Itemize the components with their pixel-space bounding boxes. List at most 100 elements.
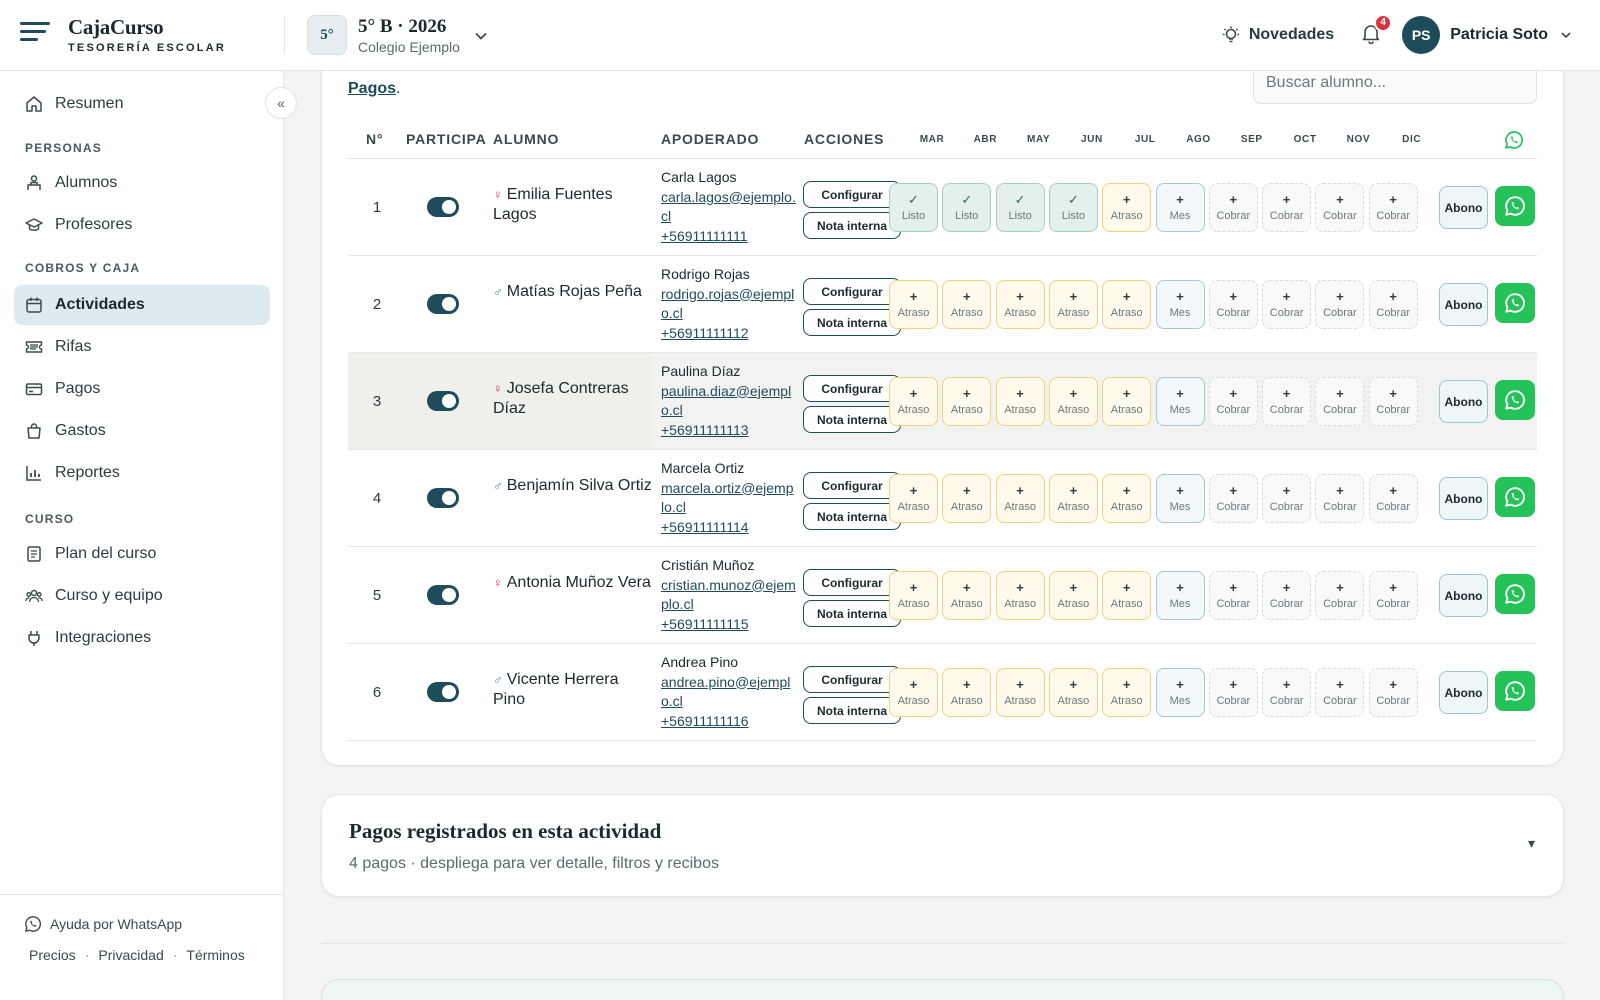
whatsapp-send-button[interactable] bbox=[1495, 574, 1535, 614]
participa-toggle[interactable] bbox=[427, 682, 459, 702]
sidebar-item-rifas[interactable]: Rifas bbox=[14, 327, 270, 367]
month-status-atraso[interactable]: + Atraso bbox=[889, 377, 938, 426]
col-header-alumno[interactable]: ALUMNO bbox=[493, 131, 559, 147]
month-status-listo[interactable]: ✓ Listo bbox=[1048, 183, 1098, 232]
month-status-cobrar[interactable]: + Cobrar bbox=[1315, 377, 1365, 426]
guardian-email[interactable]: marcela.ortiz@ejemplo.cl bbox=[661, 479, 796, 518]
month-status-cobrar[interactable]: + Cobrar bbox=[1368, 668, 1418, 717]
sidebar-item-integraciones[interactable]: Integraciones bbox=[14, 618, 270, 658]
guardian-phone[interactable]: +56911111114 bbox=[661, 518, 796, 538]
configure-button[interactable]: Configurar bbox=[803, 472, 901, 499]
participa-toggle[interactable] bbox=[427, 294, 459, 314]
internal-note-button[interactable]: Nota interna bbox=[803, 697, 901, 724]
month-status-mes[interactable]: + Mes bbox=[1155, 474, 1205, 523]
month-status-atraso[interactable]: + Atraso bbox=[889, 280, 938, 329]
footer-link-precios[interactable]: Precios bbox=[29, 947, 76, 963]
abono-button[interactable]: Abono bbox=[1439, 477, 1488, 520]
whatsapp-send-button[interactable] bbox=[1495, 477, 1535, 517]
participa-toggle[interactable] bbox=[427, 585, 459, 605]
month-status-atraso[interactable]: + Atraso bbox=[995, 474, 1045, 523]
month-status-atraso[interactable]: + Atraso bbox=[1048, 668, 1098, 717]
month-status-atraso[interactable]: + Atraso bbox=[1102, 474, 1152, 523]
whatsapp-send-button[interactable] bbox=[1495, 186, 1535, 226]
month-status-cobrar[interactable]: + Cobrar bbox=[1262, 377, 1312, 426]
guardian-phone[interactable]: +56911111113 bbox=[661, 421, 796, 441]
guardian-email[interactable]: carla.lagos@ejemplo.cl bbox=[661, 188, 796, 227]
month-status-cobrar[interactable]: + Cobrar bbox=[1315, 183, 1365, 232]
month-status-cobrar[interactable]: + Cobrar bbox=[1208, 183, 1258, 232]
sidebar-item-resumen[interactable]: Resumen bbox=[14, 84, 270, 124]
month-status-atraso[interactable]: + Atraso bbox=[1102, 183, 1152, 232]
month-status-listo[interactable]: ✓ Listo bbox=[995, 183, 1045, 232]
month-status-atraso[interactable]: + Atraso bbox=[995, 571, 1045, 620]
sidebar-item-alumnos[interactable]: Alumnos bbox=[14, 163, 270, 203]
internal-note-button[interactable]: Nota interna bbox=[803, 309, 901, 336]
month-status-mes[interactable]: + Mes bbox=[1155, 571, 1205, 620]
whatsapp-send-button[interactable] bbox=[1495, 671, 1535, 711]
month-status-cobrar[interactable]: + Cobrar bbox=[1315, 571, 1365, 620]
configure-button[interactable]: Configurar bbox=[803, 569, 901, 596]
month-status-atraso[interactable]: + Atraso bbox=[1048, 280, 1098, 329]
abono-button[interactable]: Abono bbox=[1439, 283, 1488, 326]
payments-collapsible[interactable]: Pagos registrados en esta actividad 4 pa… bbox=[321, 794, 1564, 897]
internal-note-button[interactable]: Nota interna bbox=[803, 600, 901, 627]
course-switcher[interactable]: 5° 5° B · 2026 Colegio Ejemplo bbox=[307, 15, 488, 55]
month-status-atraso[interactable]: + Atraso bbox=[889, 668, 938, 717]
month-status-cobrar[interactable]: + Cobrar bbox=[1368, 377, 1418, 426]
student-name[interactable]: ♀ Emilia Fuentes Lagos bbox=[493, 185, 653, 225]
month-status-atraso[interactable]: + Atraso bbox=[889, 474, 938, 523]
month-status-mes[interactable]: + Mes bbox=[1155, 668, 1205, 717]
sidebar-item-curso-y-equipo[interactable]: Curso y equipo bbox=[14, 576, 270, 616]
sidebar-item-pagos[interactable]: Pagos bbox=[14, 369, 270, 409]
collapse-sidebar-button[interactable]: « bbox=[265, 87, 297, 119]
sidebar-item-actividades[interactable]: Actividades bbox=[14, 285, 270, 325]
guardian-phone[interactable]: +56911111115 bbox=[661, 615, 796, 635]
month-status-atraso[interactable]: + Atraso bbox=[942, 377, 992, 426]
month-status-mes[interactable]: + Mes bbox=[1155, 183, 1205, 232]
brand[interactable]: CajaCurso TESORERÍA ESCOLAR bbox=[68, 15, 226, 54]
abono-button[interactable]: Abono bbox=[1439, 380, 1488, 423]
student-name[interactable]: ♂ Vicente Herrera Pino bbox=[493, 670, 653, 710]
configure-button[interactable]: Configurar bbox=[803, 666, 901, 693]
sidebar-item-profesores[interactable]: Profesores bbox=[14, 205, 270, 245]
month-status-atraso[interactable]: + Atraso bbox=[1102, 280, 1152, 329]
month-status-cobrar[interactable]: + Cobrar bbox=[1368, 280, 1418, 329]
guardian-phone[interactable]: +56911111116 bbox=[661, 712, 796, 732]
month-status-cobrar[interactable]: + Cobrar bbox=[1208, 377, 1258, 426]
month-status-atraso[interactable]: + Atraso bbox=[1048, 377, 1098, 426]
month-status-atraso[interactable]: + Atraso bbox=[995, 668, 1045, 717]
notifications-button[interactable]: 4 bbox=[1360, 13, 1393, 49]
internal-note-button[interactable]: Nota interna bbox=[803, 212, 901, 239]
month-status-listo[interactable]: ✓ Listo bbox=[889, 183, 938, 232]
month-status-cobrar[interactable]: + Cobrar bbox=[1262, 183, 1312, 232]
month-status-atraso[interactable]: + Atraso bbox=[1102, 668, 1152, 717]
news-button[interactable]: Novedades bbox=[1221, 25, 1334, 45]
participa-toggle[interactable] bbox=[427, 197, 459, 217]
month-status-atraso[interactable]: + Atraso bbox=[995, 280, 1045, 329]
month-status-cobrar[interactable]: + Cobrar bbox=[1262, 668, 1312, 717]
student-name[interactable]: ♂ Matías Rojas Peña bbox=[493, 282, 653, 302]
sidebar-item-gastos[interactable]: Gastos bbox=[14, 411, 270, 451]
month-status-atraso[interactable]: + Atraso bbox=[1102, 571, 1152, 620]
month-status-cobrar[interactable]: + Cobrar bbox=[1262, 571, 1312, 620]
configure-button[interactable]: Configurar bbox=[803, 278, 901, 305]
configure-button[interactable]: Configurar bbox=[803, 375, 901, 402]
student-name[interactable]: ♀ Josefa Contreras Díaz bbox=[493, 379, 653, 419]
month-status-atraso[interactable]: + Atraso bbox=[1048, 571, 1098, 620]
guardian-email[interactable]: cristian.munoz@ejemplo.cl bbox=[661, 576, 796, 615]
abono-button[interactable]: Abono bbox=[1439, 671, 1488, 714]
month-status-atraso[interactable]: + Atraso bbox=[942, 474, 992, 523]
guardian-email[interactable]: andrea.pino@ejemplo.cl bbox=[661, 673, 796, 712]
whatsapp-send-button[interactable] bbox=[1495, 380, 1535, 420]
guardian-phone[interactable]: +56911111111 bbox=[661, 227, 796, 247]
footer-link-terminos[interactable]: Términos bbox=[186, 947, 244, 963]
month-status-cobrar[interactable]: + Cobrar bbox=[1315, 668, 1365, 717]
student-name[interactable]: ♀ Antonia Muñoz Vera bbox=[493, 573, 653, 593]
month-status-atraso[interactable]: + Atraso bbox=[1102, 377, 1152, 426]
month-status-cobrar[interactable]: + Cobrar bbox=[1262, 474, 1312, 523]
whatsapp-help-link[interactable]: Ayuda por WhatsApp bbox=[24, 915, 182, 933]
month-status-cobrar[interactable]: + Cobrar bbox=[1208, 280, 1258, 329]
sidebar-item-plan-del-curso[interactable]: Plan del curso bbox=[14, 534, 270, 574]
month-status-cobrar[interactable]: + Cobrar bbox=[1368, 183, 1418, 232]
month-status-atraso[interactable]: + Atraso bbox=[889, 571, 938, 620]
